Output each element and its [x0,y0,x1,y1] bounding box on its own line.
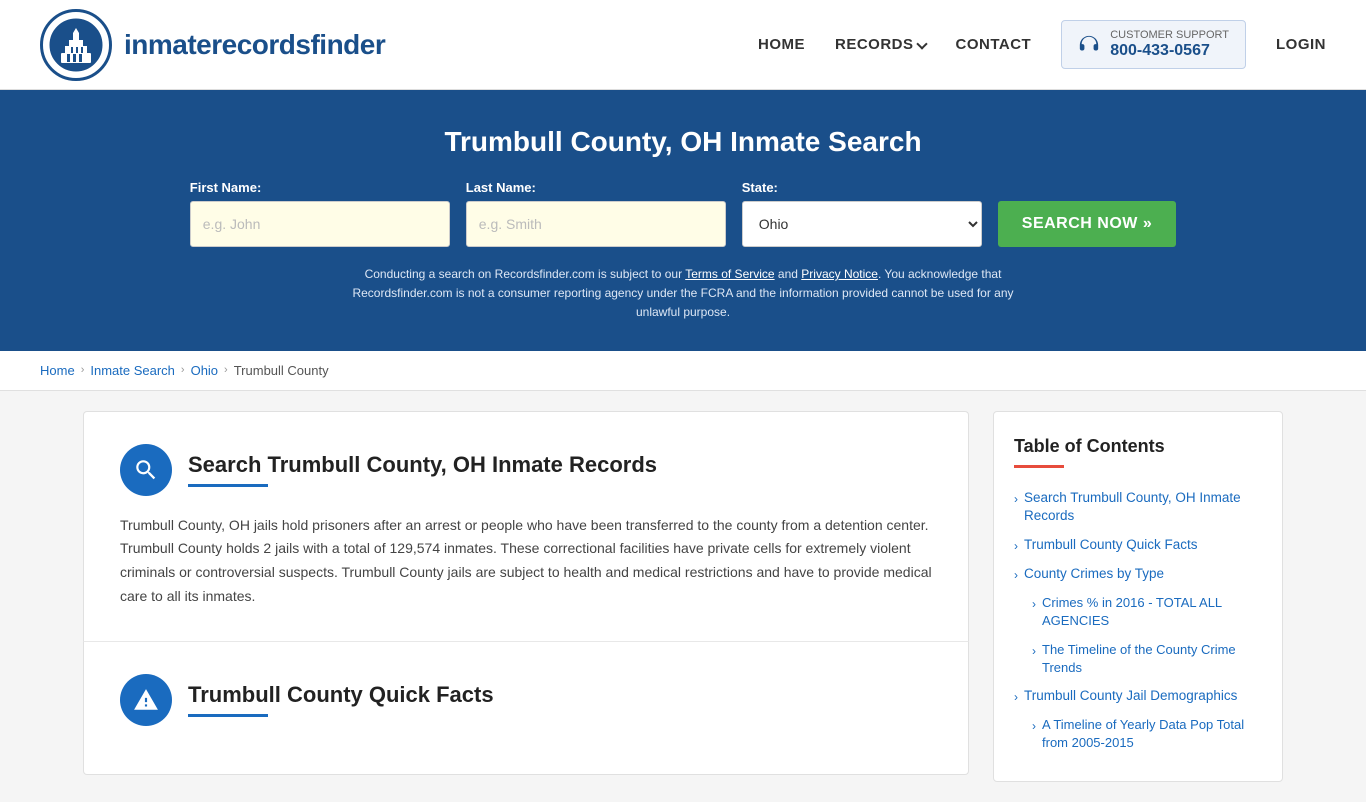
state-select[interactable]: Ohio [742,201,982,247]
toc-chevron-2: › [1014,538,1018,555]
toc-card: Table of Contents › Search Trumbull Coun… [993,411,1283,783]
magnifier-icon [133,457,159,483]
logo-text: inmaterecordsfinder [124,29,385,61]
nav-records[interactable]: RECORDS [835,36,926,53]
toc-link-3[interactable]: › County Crimes by Type [1014,565,1262,584]
toc-chevron-6: › [1014,689,1018,706]
state-label: State: [742,180,778,195]
toc-link-4[interactable]: › Crimes % in 2016 - TOTAL ALL AGENCIES [1032,594,1262,630]
breadcrumb-current: Trumbull County [234,363,329,378]
toc-chevron-3: › [1014,567,1018,584]
logo-icon [40,9,112,81]
search-form: First Name: Last Name: State: Ohio SEARC… [40,180,1326,247]
sidebar: Table of Contents › Search Trumbull Coun… [993,411,1283,783]
breadcrumb-ohio[interactable]: Ohio [191,363,218,378]
section-inmate-records: Search Trumbull County, OH Inmate Record… [83,411,969,642]
section1-body: Trumbull County, OH jails hold prisoners… [120,514,932,609]
toc-link-1[interactable]: › Search Trumbull County, OH Inmate Reco… [1014,489,1262,527]
toc-link-5[interactable]: › The Timeline of the County Crime Trend… [1032,641,1262,677]
main-nav: HOME RECORDS CONTACT CUSTOMER SUPPORT 80… [758,20,1326,69]
nav-contact[interactable]: CONTACT [956,36,1032,53]
support-info: CUSTOMER SUPPORT 800-433-0567 [1110,29,1229,60]
breadcrumb-inmate-search[interactable]: Inmate Search [90,363,175,378]
first-name-input[interactable] [190,201,450,247]
customer-support-box[interactable]: CUSTOMER SUPPORT 800-433-0567 [1061,20,1246,69]
toc-item-5: › The Timeline of the County Crime Trend… [1014,636,1262,682]
first-name-group: First Name: [190,180,450,247]
nav-home[interactable]: HOME [758,36,805,53]
tos-link[interactable]: Terms of Service [685,267,774,281]
section2-header: Trumbull County Quick Facts [120,674,932,726]
section1-title: Search Trumbull County, OH Inmate Record… [188,452,657,478]
toc-item-3: › County Crimes by Type [1014,560,1262,589]
toc-item-6: › Trumbull County Jail Demographics [1014,682,1262,711]
main-container: Search Trumbull County, OH Inmate Record… [43,411,1323,783]
last-name-input[interactable] [466,201,726,247]
toc-item-4: › Crimes % in 2016 - TOTAL ALL AGENCIES [1014,589,1262,635]
toc-chevron-4: › [1032,596,1036,613]
breadcrumb-sep-2: › [181,364,185,376]
content-left: Search Trumbull County, OH Inmate Record… [83,411,969,783]
toc-chevron-7: › [1032,718,1036,735]
toc-link-2[interactable]: › Trumbull County Quick Facts [1014,536,1262,555]
toc-chevron-1: › [1014,491,1018,508]
records-dropdown-icon [916,38,927,49]
nav-login[interactable]: LOGIN [1276,36,1326,53]
search-button[interactable]: SEARCH NOW » [998,201,1176,247]
logo-area: inmaterecordsfinder [40,9,385,81]
privacy-link[interactable]: Privacy Notice [801,267,878,281]
breadcrumb-sep-1: › [81,364,85,376]
hero-title: Trumbull County, OH Inmate Search [40,126,1326,158]
last-name-label: Last Name: [466,180,536,195]
section1-underline [188,484,268,487]
section1-header: Search Trumbull County, OH Inmate Record… [120,444,932,496]
warning-section-icon [120,674,172,726]
section2-underline [188,714,268,717]
breadcrumb-home[interactable]: Home [40,363,75,378]
hero-disclaimer: Conducting a search on Recordsfinder.com… [333,265,1033,323]
first-name-label: First Name: [190,180,262,195]
breadcrumb: Home › Inmate Search › Ohio › Trumbull C… [0,351,1366,391]
hero-banner: Trumbull County, OH Inmate Search First … [0,90,1366,351]
section-quick-facts: Trumbull County Quick Facts [83,642,969,775]
toc-underline [1014,465,1064,468]
section2-title-area: Trumbull County Quick Facts [188,682,494,717]
site-header: inmaterecordsfinder HOME RECORDS CONTACT… [0,0,1366,90]
section1-title-area: Search Trumbull County, OH Inmate Record… [188,452,657,487]
toc-title: Table of Contents [1014,436,1262,457]
search-section-icon [120,444,172,496]
toc-link-7[interactable]: › A Timeline of Yearly Data Pop Total fr… [1032,716,1262,752]
section2-title: Trumbull County Quick Facts [188,682,494,708]
toc-item-7: › A Timeline of Yearly Data Pop Total fr… [1014,711,1262,757]
state-group: State: Ohio [742,180,982,247]
headset-icon [1078,34,1100,56]
toc-chevron-5: › [1032,643,1036,660]
toc-link-6[interactable]: › Trumbull County Jail Demographics [1014,687,1262,706]
alert-icon [133,687,159,713]
breadcrumb-sep-3: › [224,364,228,376]
toc-item-1: › Search Trumbull County, OH Inmate Reco… [1014,484,1262,532]
toc-list: › Search Trumbull County, OH Inmate Reco… [1014,484,1262,758]
last-name-group: Last Name: [466,180,726,247]
toc-item-2: › Trumbull County Quick Facts [1014,531,1262,560]
